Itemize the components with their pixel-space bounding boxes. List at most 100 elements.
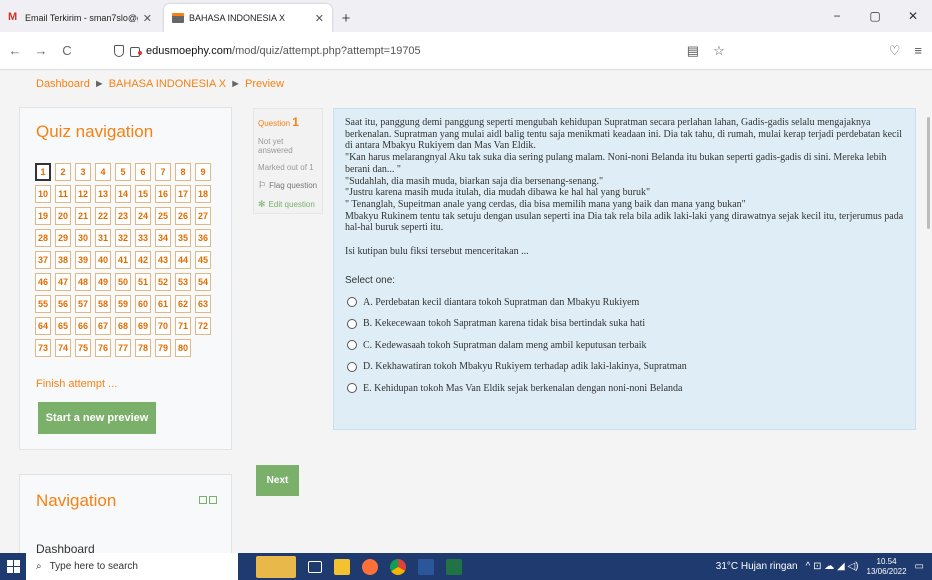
question-nav-button[interactable]: 56 — [55, 295, 71, 313]
question-nav-button[interactable]: 70 — [155, 317, 171, 335]
close-tab-icon[interactable]: ✕ — [143, 12, 152, 25]
question-nav-button[interactable]: 74 — [55, 339, 71, 357]
question-nav-button[interactable]: 36 — [195, 229, 211, 247]
tray-icons[interactable]: ^ ⊡ ☁ ◢ ◁) — [806, 561, 859, 572]
scrollbar-thumb[interactable] — [927, 117, 930, 229]
windows-start-icon[interactable] — [0, 553, 26, 580]
question-nav-button[interactable]: 21 — [75, 207, 91, 225]
weather-widget-icon[interactable] — [256, 555, 296, 578]
weather-text[interactable]: 31°C Hujan ringan — [716, 561, 798, 572]
question-nav-button[interactable]: 46 — [35, 273, 51, 291]
question-nav-button[interactable]: 57 — [75, 295, 91, 313]
bookmark-star-icon[interactable]: ☆ — [713, 43, 725, 59]
question-nav-button[interactable]: 17 — [175, 185, 191, 203]
close-tab-icon[interactable]: ✕ — [315, 12, 324, 25]
question-nav-button[interactable]: 4 — [95, 163, 111, 181]
question-nav-button[interactable]: 11 — [55, 185, 71, 203]
question-nav-button[interactable]: 50 — [115, 273, 131, 291]
finish-attempt-link[interactable]: Finish attempt ... — [36, 378, 117, 390]
question-nav-button[interactable]: 71 — [175, 317, 191, 335]
next-button[interactable]: Next — [256, 465, 299, 496]
question-nav-button[interactable]: 27 — [195, 207, 211, 225]
question-nav-button[interactable]: 31 — [95, 229, 111, 247]
lock-icon[interactable] — [130, 46, 142, 57]
notifications-icon[interactable]: ▭ — [915, 561, 924, 572]
tab-bahasa-indonesia[interactable]: BAHASA INDONESIA X ✕ — [164, 4, 332, 32]
question-nav-button[interactable]: 77 — [115, 339, 131, 357]
answer-option-a[interactable]: A. Perdebatan kecil diantara tokoh Supra… — [345, 292, 904, 314]
question-nav-button[interactable]: 58 — [95, 295, 111, 313]
question-nav-button[interactable]: 5 — [115, 163, 131, 181]
question-nav-button[interactable]: 24 — [135, 207, 151, 225]
question-nav-button[interactable]: 16 — [155, 185, 171, 203]
question-nav-button[interactable]: 44 — [175, 251, 191, 269]
question-nav-button[interactable]: 54 — [195, 273, 211, 291]
question-nav-button[interactable]: 15 — [135, 185, 151, 203]
flag-question-link[interactable]: ⚐ Flag question — [258, 180, 318, 191]
question-nav-button[interactable]: 39 — [75, 251, 91, 269]
question-nav-button[interactable]: 47 — [55, 273, 71, 291]
question-nav-button[interactable]: 13 — [95, 185, 111, 203]
question-nav-button[interactable]: 72 — [195, 317, 211, 335]
question-nav-button[interactable]: 42 — [135, 251, 151, 269]
question-nav-button[interactable]: 51 — [135, 273, 151, 291]
taskbar-search[interactable]: ⌕ Type here to search — [26, 553, 238, 580]
question-nav-button[interactable]: 32 — [115, 229, 131, 247]
question-nav-button[interactable]: 76 — [95, 339, 111, 357]
task-view-icon[interactable] — [308, 560, 322, 573]
question-nav-button[interactable]: 26 — [175, 207, 191, 225]
question-nav-button[interactable]: 1 — [35, 163, 51, 181]
question-nav-button[interactable]: 28 — [35, 229, 51, 247]
question-nav-button[interactable]: 38 — [55, 251, 71, 269]
question-nav-button[interactable]: 35 — [175, 229, 191, 247]
radio-button[interactable] — [347, 361, 357, 372]
file-explorer-icon[interactable] — [334, 558, 350, 575]
maximize-button[interactable]: ▢ — [856, 9, 894, 23]
forward-button[interactable]: → — [30, 43, 52, 58]
answer-option-b[interactable]: B. Kekecewaan tokoh Sapratman karena tid… — [345, 313, 904, 335]
question-nav-button[interactable]: 34 — [155, 229, 171, 247]
breadcrumb-course[interactable]: BAHASA INDONESIA X — [109, 78, 226, 90]
question-nav-button[interactable]: 40 — [95, 251, 111, 269]
question-nav-button[interactable]: 63 — [195, 295, 211, 313]
question-nav-button[interactable]: 25 — [155, 207, 171, 225]
menu-icon[interactable]: ≡ — [914, 43, 922, 59]
question-nav-button[interactable]: 48 — [75, 273, 91, 291]
tab-email[interactable]: Email Terkirim - sman7slo@gm ✕ — [0, 4, 160, 32]
answer-option-d[interactable]: D. Kekhawatiran tokoh Mbakyu Rukiyem ter… — [345, 356, 904, 378]
question-nav-button[interactable]: 6 — [135, 163, 151, 181]
question-nav-button[interactable]: 37 — [35, 251, 51, 269]
question-nav-button[interactable]: 29 — [55, 229, 71, 247]
question-nav-button[interactable]: 23 — [115, 207, 131, 225]
question-nav-button[interactable]: 30 — [75, 229, 91, 247]
answer-option-c[interactable]: C. Kedewasaah tokoh Supratman dalam meng… — [345, 335, 904, 357]
chrome-icon[interactable] — [390, 558, 406, 575]
question-nav-button[interactable]: 3 — [75, 163, 91, 181]
answer-option-e[interactable]: E. Kehidupan tokoh Mas Van Eldik sejak b… — [345, 378, 904, 400]
question-nav-button[interactable]: 18 — [195, 185, 211, 203]
breadcrumb-preview[interactable]: Preview — [245, 78, 284, 90]
question-nav-button[interactable]: 80 — [175, 339, 191, 357]
excel-icon[interactable] — [446, 558, 462, 575]
question-nav-button[interactable]: 43 — [155, 251, 171, 269]
breadcrumb-dashboard[interactable]: Dashboard — [36, 78, 90, 90]
question-nav-button[interactable]: 49 — [95, 273, 111, 291]
question-nav-button[interactable]: 62 — [175, 295, 191, 313]
question-nav-button[interactable]: 61 — [155, 295, 171, 313]
shield-icon[interactable] — [114, 44, 124, 57]
new-tab-button[interactable]: + — [332, 4, 360, 32]
address-bar[interactable]: edusmoephy.com/mod/quiz/attempt.php?atte… — [114, 44, 687, 57]
question-nav-button[interactable]: 75 — [75, 339, 91, 357]
question-nav-button[interactable]: 73 — [35, 339, 51, 357]
question-nav-button[interactable]: 55 — [35, 295, 51, 313]
reload-button[interactable]: C — [56, 43, 78, 58]
question-nav-button[interactable]: 78 — [135, 339, 151, 357]
radio-button[interactable] — [347, 383, 357, 394]
question-nav-button[interactable]: 53 — [175, 273, 191, 291]
question-nav-button[interactable]: 66 — [75, 317, 91, 335]
question-nav-button[interactable]: 59 — [115, 295, 131, 313]
reader-view-icon[interactable]: ▤ — [687, 43, 699, 59]
clock[interactable]: 10.54 13/06/2022 — [867, 557, 907, 577]
question-nav-button[interactable]: 7 — [155, 163, 171, 181]
radio-button[interactable] — [347, 318, 357, 329]
